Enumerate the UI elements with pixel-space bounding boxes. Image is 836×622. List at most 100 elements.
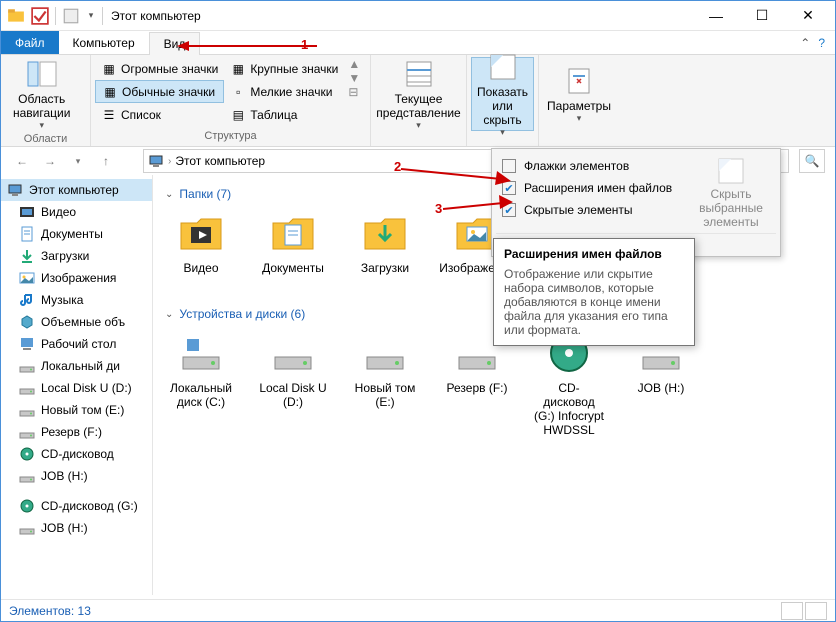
sidebar-item[interactable]: CD-дисковод [1, 443, 152, 465]
hide-selected-icon [715, 155, 747, 187]
params-label: Параметры [547, 99, 611, 113]
ribbon-group-layout-label: Структура [95, 128, 366, 144]
layout-normal[interactable]: ▦Обычные значки [95, 80, 224, 103]
layout-large[interactable]: ▦Крупные значки [224, 57, 344, 80]
show-hide-button[interactable]: Показать или скрыть ▾ [471, 57, 534, 131]
tab-file[interactable]: Файл [1, 31, 59, 54]
sidebar-item-label: CD-дисковод [41, 447, 114, 461]
dd-ext-row[interactable]: ✔ Расширения имен файлов [496, 177, 686, 199]
table-icon: ▤ [230, 107, 246, 123]
nav-forward[interactable]: → [39, 150, 61, 172]
sidebar-item[interactable]: Новый том (E:) [1, 399, 152, 421]
params-icon [563, 65, 595, 97]
sidebar-item[interactable]: CD-дисковод (G:) [1, 495, 152, 517]
nav-pane-button[interactable]: Область навигации ▾ [5, 57, 78, 131]
sidebar-item[interactable]: Локальный ди [1, 355, 152, 377]
sidebar-item[interactable]: Видео [1, 201, 152, 223]
layout-huge[interactable]: ▦Огромные значки [95, 57, 224, 80]
sidebar-item-label: JOB (H:) [41, 469, 88, 483]
nav-back[interactable]: ← [11, 150, 33, 172]
current-view-button[interactable]: Текущее представление ▾ [375, 57, 462, 131]
tab-view[interactable]: Вид [149, 32, 201, 55]
window-title: Этот компьютер [111, 9, 693, 23]
nav-up[interactable]: ↑ [95, 150, 117, 172]
sidebar-item[interactable]: Резерв (F:) [1, 421, 152, 443]
qat-app-icon[interactable] [5, 5, 27, 27]
drive-icon [269, 329, 317, 377]
sidebar-item[interactable]: Музыка [1, 289, 152, 311]
layout-scroll-up[interactable]: ▲ [348, 57, 360, 71]
dd-flags-row[interactable]: Флажки элементов [496, 155, 686, 177]
dd-hidden-row[interactable]: ✔ Скрытые элементы [496, 199, 686, 221]
music-icon [19, 292, 35, 308]
address-text: Этот компьютер [175, 154, 265, 168]
view-details-button[interactable] [781, 602, 803, 620]
tile-label: CD-дисковод (G:) Infocrypt HWDSSL [533, 381, 605, 437]
nav-pane-icon [26, 58, 58, 90]
sidebar-item[interactable]: Документы [1, 223, 152, 245]
dd-hide-selected[interactable]: Скрыть выбранные элементы [686, 155, 776, 229]
folder-tile[interactable]: Загрузки [349, 209, 421, 289]
list-icon: ☰ [101, 107, 117, 123]
chevron-down-icon: ⌄ [165, 309, 173, 320]
checkbox-flags[interactable] [502, 159, 516, 173]
blank-icon [62, 7, 80, 25]
folder-tile[interactable]: Видео [165, 209, 237, 289]
nav-recent[interactable]: ▾ [67, 150, 89, 172]
layout-more[interactable]: ⊟ [348, 85, 360, 99]
qat-properties[interactable] [29, 5, 51, 27]
sidebar-item[interactable]: Рабочий стол [1, 333, 152, 355]
sidebar-item[interactable]: JOB (H:) [1, 465, 152, 487]
sidebar-item-label: Этот компьютер [29, 183, 119, 197]
search-box[interactable]: 🔍 [799, 149, 825, 173]
normal-icon: ▦ [102, 84, 118, 100]
status-text: Элементов: 13 [9, 604, 91, 618]
drive-icon [361, 329, 409, 377]
close-button[interactable]: ✕ [785, 2, 831, 30]
quick-access-toolbar: ▾ [5, 5, 105, 27]
view-icons-button[interactable] [805, 602, 827, 620]
sidebar-item[interactable]: JOB (H:) [1, 517, 152, 539]
drive-tile[interactable]: Новый том (E:) [349, 329, 421, 437]
params-button[interactable]: Параметры ▾ [543, 57, 615, 131]
qat-dropdown[interactable]: ▾ [84, 5, 98, 27]
pc-icon [7, 182, 23, 198]
sidebar-item-label: Объемные объ [41, 315, 125, 329]
tab-computer[interactable]: Компьютер [59, 31, 149, 54]
sidebar-item[interactable]: Изображения [1, 267, 152, 289]
ribbon: Область навигации ▾ Области ▦Огромные зн… [1, 55, 835, 147]
sidebar-item[interactable]: Загрузки [1, 245, 152, 267]
sidebar: Этот компьютер ВидеоДокументы Загрузки Изоб… [1, 175, 153, 595]
layout-scroll-down[interactable]: ▼ [348, 71, 360, 85]
checkbox-ext[interactable]: ✔ [502, 181, 516, 195]
sidebar-item-label: Локальный ди [41, 359, 120, 373]
qat-blank[interactable] [60, 5, 82, 27]
ribbon-collapse[interactable]: ⌃? [790, 31, 835, 54]
video-icon [19, 204, 35, 220]
desk-icon [19, 336, 35, 352]
folder-icon [7, 7, 25, 25]
pc-icon [148, 153, 164, 169]
drive-tile[interactable]: Local Disk U (D:) [257, 329, 329, 437]
sidebar-item-label: Рабочий стол [41, 337, 116, 351]
sidebar-item-label: Музыка [41, 293, 83, 307]
ribbon-group-currentview: Текущее представление ▾ [371, 55, 467, 146]
layout-table[interactable]: ▤Таблица [224, 103, 344, 126]
layout-list[interactable]: ☰Список [95, 103, 224, 126]
nav-pane-label: Область навигации [13, 92, 70, 120]
drive-icon [19, 424, 35, 440]
sidebar-item[interactable]: Объемные объ [1, 311, 152, 333]
minimize-button[interactable]: — [693, 2, 739, 30]
window-buttons: — ☐ ✕ [693, 2, 831, 30]
maximize-button[interactable]: ☐ [739, 2, 785, 30]
ribbon-group-areas-label: Области [5, 131, 86, 147]
layout-small[interactable]: ▫Мелкие значки [224, 80, 344, 103]
drive-tile[interactable]: Локальный диск (C:) [165, 329, 237, 437]
sidebar-item-label: Загрузки [41, 249, 89, 263]
sidebar-item[interactable]: Этот компьютер [1, 179, 152, 201]
sidebar-item[interactable]: Local Disk U (D:) [1, 377, 152, 399]
checkbox-hidden[interactable]: ✔ [502, 203, 516, 217]
show-hide-label: Показать или скрыть [477, 85, 528, 127]
folder-tile[interactable]: Документы [257, 209, 329, 289]
annotation-number-2: 2 [394, 159, 401, 174]
